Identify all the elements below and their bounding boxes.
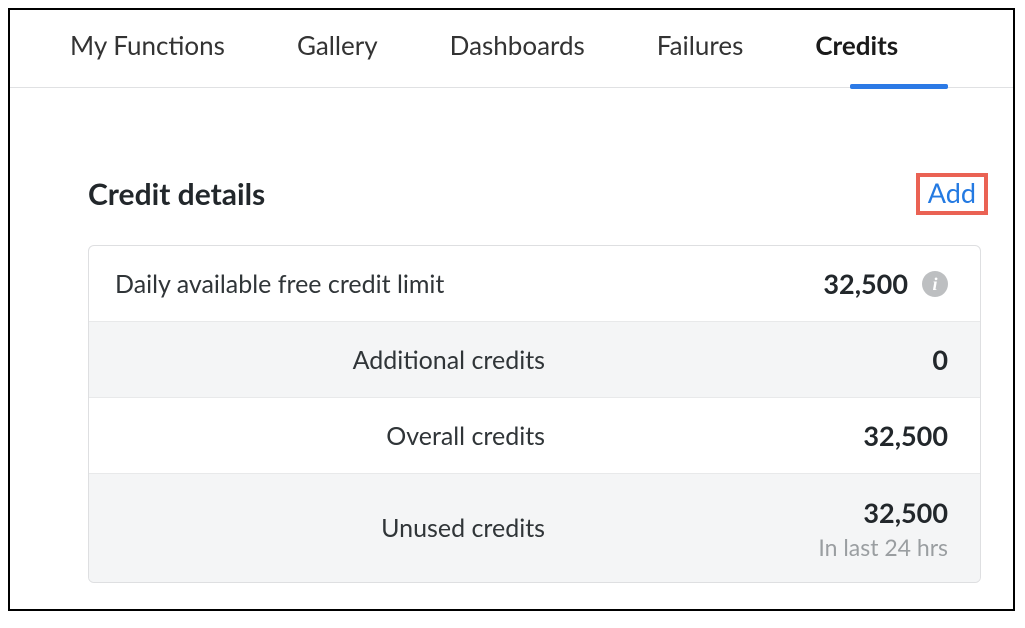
table-row: Additional credits 0 bbox=[89, 322, 980, 398]
table-row: Unused credits 32,500 In last 24 hrs bbox=[89, 474, 980, 582]
row-value-cell: 32,500 i bbox=[545, 267, 954, 300]
section-title: Credit details bbox=[88, 176, 265, 212]
row-value-cell: 32,500 In last 24 hrs bbox=[545, 496, 954, 561]
tab-failures[interactable]: Failures bbox=[657, 17, 744, 81]
row-value: 32,500 bbox=[863, 496, 948, 529]
tab-bar: My Functions Gallery Dashboards Failures… bbox=[10, 10, 1013, 88]
table-row: Overall credits 32,500 bbox=[89, 398, 980, 474]
add-button[interactable]: Add bbox=[916, 173, 988, 215]
row-label: Additional credits bbox=[115, 345, 545, 375]
credit-details-table: Daily available free credit limit 32,500… bbox=[88, 245, 981, 583]
row-label: Daily available free credit limit bbox=[115, 269, 545, 299]
row-label: Unused credits bbox=[115, 513, 545, 543]
row-value: 32,500 bbox=[863, 419, 948, 452]
row-value-cell: 32,500 bbox=[545, 419, 954, 452]
tab-my-functions[interactable]: My Functions bbox=[70, 17, 225, 81]
tab-credits[interactable]: Credits bbox=[815, 17, 898, 81]
row-value-cell: 0 bbox=[545, 343, 954, 376]
content-area: Credit details Add Daily available free … bbox=[10, 88, 1013, 583]
section-header: Credit details Add bbox=[88, 173, 988, 215]
tab-dashboards[interactable]: Dashboards bbox=[450, 17, 585, 81]
tab-gallery[interactable]: Gallery bbox=[297, 17, 378, 81]
row-label: Overall credits bbox=[115, 421, 545, 451]
table-row: Daily available free credit limit 32,500… bbox=[89, 246, 980, 322]
row-caption: In last 24 hrs bbox=[818, 533, 948, 561]
active-tab-underline bbox=[850, 84, 948, 89]
app-frame: My Functions Gallery Dashboards Failures… bbox=[8, 8, 1015, 611]
info-icon[interactable]: i bbox=[922, 271, 948, 297]
row-value: 0 bbox=[932, 343, 948, 376]
row-value: 32,500 bbox=[823, 267, 908, 300]
row-value-block: 32,500 In last 24 hrs bbox=[818, 496, 948, 561]
